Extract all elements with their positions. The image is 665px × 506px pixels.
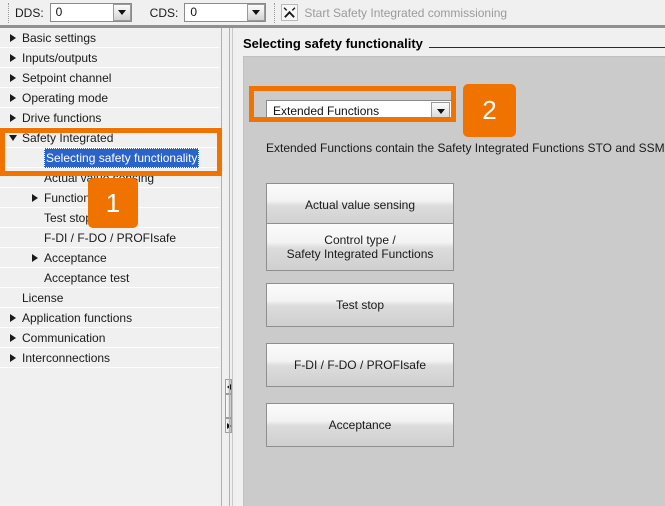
expand-twisty-icon[interactable] [6, 348, 20, 368]
tree-item-label: Communication [22, 331, 106, 345]
dds-dropdown-button[interactable] [112, 4, 131, 21]
triangle-right-icon [10, 54, 16, 62]
tree-item-interconnections[interactable]: Interconnections [0, 348, 219, 368]
tree-item-label: Inputs/outputs [22, 51, 98, 65]
tree-item-license[interactable]: License [0, 288, 219, 308]
splitter-line-mid [229, 28, 230, 506]
triangle-right-icon [10, 74, 16, 82]
tree-item-label: Acceptance [44, 251, 107, 265]
tree-item-label: Test stop [44, 211, 93, 225]
expand-twisty-icon[interactable] [6, 28, 20, 48]
tree-scrollbar[interactable] [222, 28, 232, 506]
tree-item-basic-settings[interactable]: Basic settings [0, 28, 219, 48]
triangle-right-icon [10, 314, 16, 322]
tree-item-label: Interconnections [22, 351, 111, 365]
tree-item-application-functions[interactable]: Application functions [0, 308, 219, 328]
expand-twisty-icon[interactable] [28, 248, 42, 268]
tree-item-label: Operating mode [22, 91, 109, 105]
toolbar-divider-start [8, 2, 9, 23]
tree-item-label: Acceptance test [44, 271, 130, 285]
expand-twisty-icon[interactable] [6, 328, 20, 348]
annotation-badge-2: 2 [463, 84, 516, 137]
button-label: Actual value sensing [304, 198, 416, 212]
navigation-tree[interactable]: Basic settings Inputs/outputs Setpoint cha… [0, 28, 219, 506]
description-text: Extended Functions contain the Safety In… [266, 141, 665, 155]
content-panel: Selecting safety functionality Extended … [235, 28, 665, 506]
button-f-di-f-do-profisafe[interactable]: F-DI / F-DO / PROFIsafe [266, 343, 454, 387]
tree-item-acceptance[interactable]: Acceptance [0, 248, 219, 268]
button-test-stop[interactable]: Test stop [266, 283, 454, 327]
button-label: Control type / Safety Integrated Function… [286, 233, 434, 261]
triangle-right-icon [10, 334, 16, 342]
start-safety-commissioning-button[interactable]: Start Safety Integrated commissioning [304, 6, 507, 20]
chevron-down-icon [436, 108, 445, 114]
tree-item-inputs-outputs[interactable]: Inputs/outputs [0, 48, 219, 68]
expand-twisty-icon[interactable] [6, 48, 20, 68]
tree-item-safety-integrated[interactable]: Safety Integrated [0, 128, 219, 148]
tree-item-operating-mode[interactable]: Operating mode [0, 88, 219, 108]
application-window: DDS: 0 CDS: 0 Start Safety Integrated co [0, 0, 665, 506]
tree-item-label: Basic settings [22, 31, 97, 45]
expand-twisty-icon[interactable] [6, 88, 20, 108]
tree-item-label: Application functions [22, 311, 133, 325]
triangle-right-icon [32, 254, 38, 262]
triangle-right-icon [32, 194, 38, 202]
tools-icon [281, 4, 299, 21]
triangle-right-icon [10, 94, 16, 102]
expand-twisty-icon[interactable] [6, 108, 20, 128]
tree-item-label: Selecting safety functionality [44, 148, 200, 168]
tree-item-label: License [22, 291, 64, 305]
cds-combobox[interactable]: 0 [184, 3, 267, 22]
tree-item-setpoint-channel[interactable]: Setpoint channel [0, 68, 219, 88]
top-toolbar: DDS: 0 CDS: 0 Start Safety Integrated co [0, 0, 665, 25]
tree-item-acceptance-test[interactable]: Acceptance test [0, 268, 219, 288]
cds-label: CDS: [149, 5, 179, 20]
page-title: Selecting safety functionality [243, 35, 423, 51]
content-header: Selecting safety functionality [243, 33, 665, 53]
tree-item-selecting-safety-functionality[interactable]: Selecting safety functionality [0, 148, 219, 168]
annotation-badge-1: 1 [88, 178, 138, 228]
panel-splitter[interactable] [219, 28, 235, 506]
safety-functionality-select[interactable]: Extended Functions [266, 100, 452, 122]
triangle-right-icon [10, 34, 16, 42]
chevron-down-icon [117, 10, 126, 15]
tree-item-label: F-DI / F-DO / PROFIsafe [44, 231, 177, 245]
tree-item-label: Drive functions [22, 111, 102, 125]
expand-twisty-icon[interactable] [6, 308, 20, 328]
button-acceptance[interactable]: Acceptance [266, 403, 454, 447]
tree-item-drive-functions[interactable]: Drive functions [0, 108, 219, 128]
triangle-right-icon [10, 114, 16, 122]
cds-value: 0 [190, 5, 198, 19]
dds-value: 0 [55, 5, 63, 19]
safety-functionality-dropdown-button[interactable] [431, 102, 450, 120]
expand-twisty-icon[interactable] [6, 68, 20, 88]
button-control-type-safety-integrated-functions[interactable]: Control type / Safety Integrated Function… [266, 223, 454, 271]
triangle-right-icon [10, 354, 16, 362]
tree-item-label: Setpoint channel [22, 71, 112, 85]
button-label: Acceptance [328, 418, 392, 432]
panel-body: Extended Functions Extended Functions co… [243, 56, 665, 506]
safety-functionality-value: Extended Functions [273, 104, 380, 118]
splitter-line-right [232, 28, 233, 506]
button-actual-value-sensing[interactable]: Actual value sensing [266, 183, 454, 227]
tree-item-communication[interactable]: Communication [0, 328, 219, 348]
collapse-twisty-icon[interactable] [6, 128, 20, 148]
title-divider [428, 46, 665, 48]
chevron-down-icon [252, 10, 261, 15]
tree-item-label: Safety Integrated [22, 131, 114, 145]
expand-twisty-icon[interactable] [28, 188, 42, 208]
tree-item-f-di-f-do-profisafe[interactable]: F-DI / F-DO / PROFIsafe [0, 228, 219, 248]
triangle-down-icon [9, 135, 17, 141]
dds-label: DDS: [15, 5, 44, 20]
toolbar-divider-mid [274, 2, 276, 23]
cds-dropdown-button[interactable] [247, 4, 266, 21]
button-label: Test stop [335, 298, 385, 312]
button-label: F-DI / F-DO / PROFIsafe [293, 358, 426, 372]
dds-combobox[interactable]: 0 [49, 3, 132, 22]
